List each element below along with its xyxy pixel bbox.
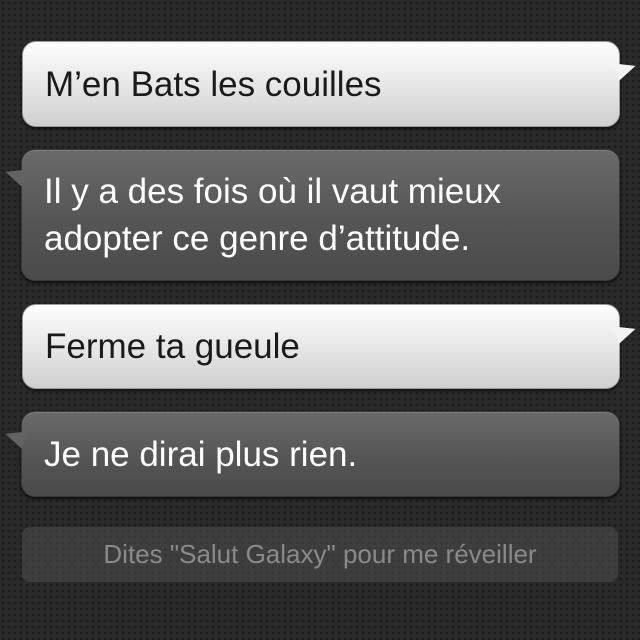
bubble-tail: [613, 57, 639, 81]
assistant-message-text: Il y a des fois où il vaut mieux adopter…: [44, 172, 502, 258]
bubble-tail: [613, 320, 639, 344]
assistant-message-bubble: Il y a des fois où il vaut mieux adopter…: [2, 149, 620, 281]
user-message-bubble: M’en Bats les couilles: [22, 41, 639, 127]
user-message-bubble: Ferme ta gueule: [22, 304, 639, 389]
wake-up-hint[interactable]: Dites "Salut Galaxy" pour me réveiller: [22, 527, 618, 582]
bubble-tail: [2, 163, 28, 187]
user-message-text: M’en Bats les couilles: [45, 64, 382, 104]
user-message-text: Ferme ta gueule: [45, 327, 300, 366]
assistant-message-bubble: Je ne dirai plus rien.: [2, 411, 620, 497]
assistant-message-text: Je ne dirai plus rien.: [44, 434, 358, 474]
bubble-tail: [2, 425, 28, 449]
wake-up-hint-text: Dites "Salut Galaxy" pour me réveiller: [103, 539, 537, 569]
